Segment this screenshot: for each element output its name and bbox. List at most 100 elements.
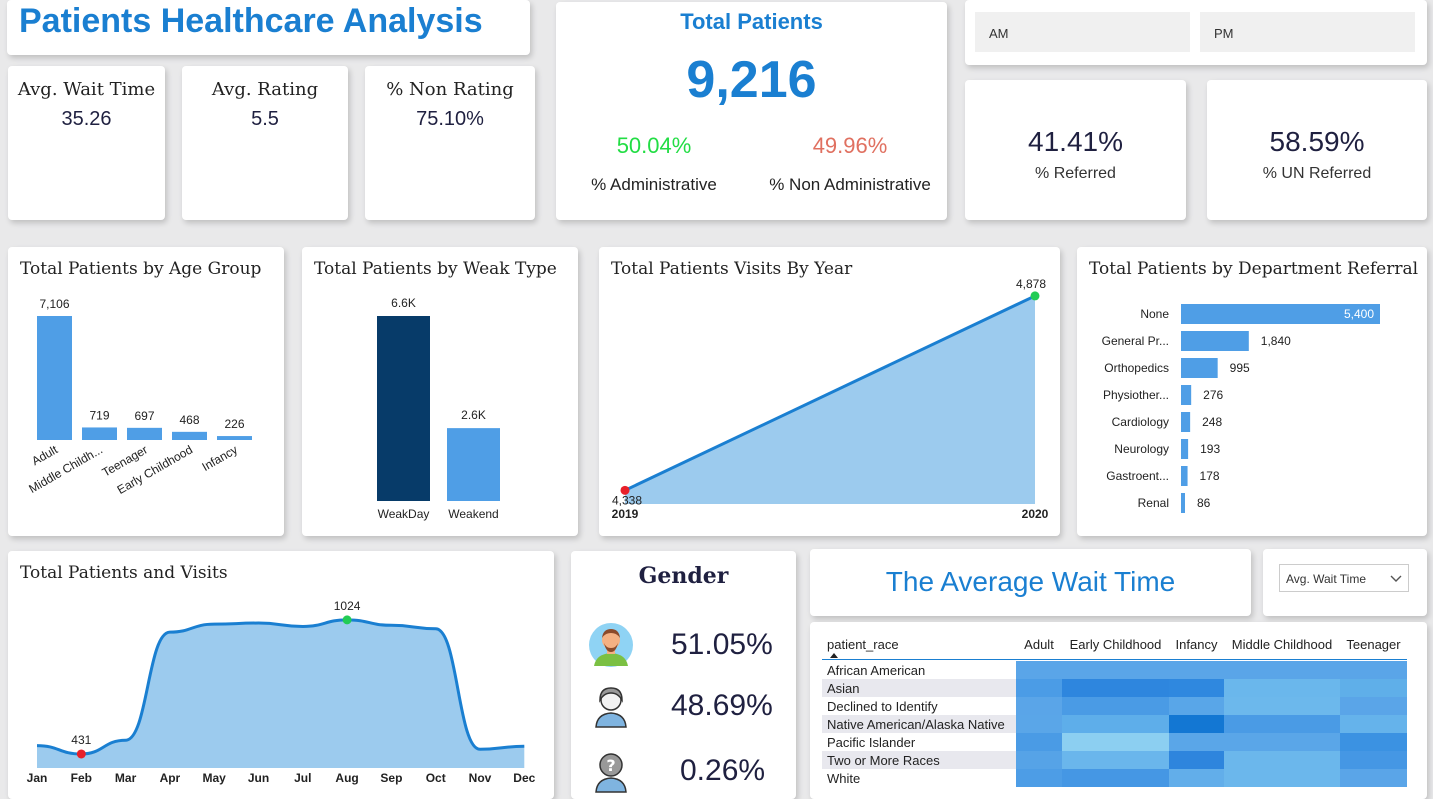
department-bar-label: 276 [1203,388,1223,402]
female-pct: 48.69% [671,689,773,722]
heatmap-cell[interactable] [1169,733,1224,751]
nonadmin-pct: 49.96% [812,133,888,158]
heatmap-cell[interactable] [1062,661,1169,679]
age-bar [82,427,117,440]
heatmap-cell[interactable] [1062,697,1169,715]
heatmap-cell[interactable] [1169,715,1224,733]
kpi-wait-label: Avg. Wait Time [17,79,156,100]
week-bar [447,428,500,501]
kpi-nonrating-card: % Non Rating 75.10% [365,66,535,220]
heatmap-cell[interactable] [1016,697,1062,715]
heatmap-cell[interactable] [1062,715,1169,733]
department-category-label: Cardiology [1112,415,1169,429]
heatmap-cell[interactable] [1224,733,1340,751]
heatmap-cell[interactable] [1062,751,1169,769]
slicer-pm[interactable]: PM [1200,12,1415,52]
heatmap-cell[interactable] [1224,715,1340,733]
heatmap-row-label: Declined to Identify [827,699,938,714]
monthly-low-label: 431 [71,733,91,747]
heatmap-column-header[interactable]: Infancy [1169,637,1224,652]
heatmap-cell[interactable] [1169,661,1224,679]
metric-dropdown[interactable]: Avg. Wait Time [1279,564,1409,592]
total-patients-card: Total Patients 9,216 50.04% % Administra… [556,2,947,220]
heatmap-row-header[interactable]: patient_race [827,637,899,652]
year-axis-label: 2020 [1022,507,1049,521]
age-bar-label: 697 [134,409,154,423]
department-category-label: Neurology [1114,442,1169,456]
department-bar-label: 1,840 [1261,334,1291,348]
heatmap-cell[interactable] [1340,661,1407,679]
heatmap-column-header[interactable]: Teenager [1340,637,1407,652]
month-axis-label: May [203,771,227,785]
heatmap-cell[interactable] [1016,715,1062,733]
month-axis-label: Jun [248,771,269,785]
female-patient-icon [595,687,627,728]
age-bar-label: 226 [224,417,244,431]
heatmap-cell[interactable] [1340,769,1407,787]
heatmap-cell[interactable] [1062,733,1169,751]
total-patients-label: Total Patients [680,9,823,34]
department-category-label: Orthopedics [1104,361,1169,375]
male-patient-icon [589,623,633,667]
heatmap-cell[interactable] [1340,751,1407,769]
department-bar-label: 248 [1202,415,1222,429]
week-bar-label: 2.6K [461,408,486,422]
heatmap-row-label: Asian [827,681,860,696]
heatmap-cell[interactable] [1340,697,1407,715]
age-group-chart: 7,106Adult719Middle Childh...697Teenager… [26,297,252,497]
admin-pct: 50.04% [616,133,692,158]
year-axis-label: 2019 [612,507,639,521]
department-bar [1181,439,1189,459]
heatmap-cell[interactable] [1016,661,1062,679]
unreferred-pct: 58.59% [1269,126,1365,157]
department-bar [1181,466,1188,486]
heatmap-cell[interactable] [1016,751,1062,769]
slicer-am[interactable]: AM [975,12,1190,52]
visits-year-card: Total Patients Visits By Year 4,338 4,878… [599,247,1060,536]
heatmap-column-header[interactable]: Early Childhood [1062,637,1169,652]
monthly-high-label: 1024 [334,599,361,613]
heatmap-cell[interactable] [1169,769,1224,787]
department-bar-label: 178 [1200,469,1220,483]
month-axis-label: Dec [513,771,535,785]
heatmap-cell[interactable] [1016,733,1062,751]
department-category-label: None [1140,307,1169,321]
kpi-wait-value: 35.26 [61,108,112,130]
heatmap-column-header[interactable]: Middle Childhood [1224,637,1340,652]
department-category-label: Physiother... [1103,388,1169,402]
month-axis-label: Mar [115,771,137,785]
heatmap-cell[interactable] [1340,679,1407,697]
heatmap-cell[interactable] [1340,715,1407,733]
heatmap-cell[interactable] [1169,679,1224,697]
department-bar [1181,331,1249,351]
heatmap-row-label: Pacific Islander [827,735,916,750]
week-type-chart: 6.6K WeakDay 2.6K Weakend [377,296,500,521]
sort-up-icon[interactable] [830,653,838,658]
visits-year-chart: 4,338 4,878 2019 2020 [612,277,1049,521]
department-chart: None 5,400 General Pr... 1,840 Orthopedics 99… [1102,304,1380,513]
heatmap-cell[interactable] [1224,679,1340,697]
heatmap-cell[interactable] [1169,751,1224,769]
unreferred-card: 58.59% % UN Referred [1207,80,1427,220]
heatmap-cell[interactable] [1340,733,1407,751]
monthly-high-marker [342,615,352,625]
age-group-card: Total Patients by Age Group 7,106 Adult 71… [8,247,284,536]
kpi-nonrating-value: 75.10% [416,108,484,130]
heatmap-header-divider [822,659,1407,660]
department-category-label: Renal [1138,496,1169,510]
monthly-visits-card: Total Patients and Visits 1024 431 Jan Feb M… [8,551,554,799]
heatmap-cell[interactable] [1062,679,1169,697]
heatmap-cell[interactable] [1016,769,1062,787]
heatmap-cell[interactable] [1016,679,1062,697]
heatmap-column-header[interactable]: Adult [1016,637,1062,652]
heatmap-cell[interactable] [1224,751,1340,769]
heatmap-cell[interactable] [1062,769,1169,787]
heatmap-cell[interactable] [1224,769,1340,787]
referred-pct: 41.41% [1028,126,1123,157]
heatmap-cell[interactable] [1224,697,1340,715]
heatmap-cell[interactable] [1169,697,1224,715]
age-category-label: Infancy [199,442,240,473]
age-bar [37,316,72,440]
heatmap-cell[interactable] [1224,661,1340,679]
kpi-rating-card: Avg. Rating 5.5 [182,66,348,220]
